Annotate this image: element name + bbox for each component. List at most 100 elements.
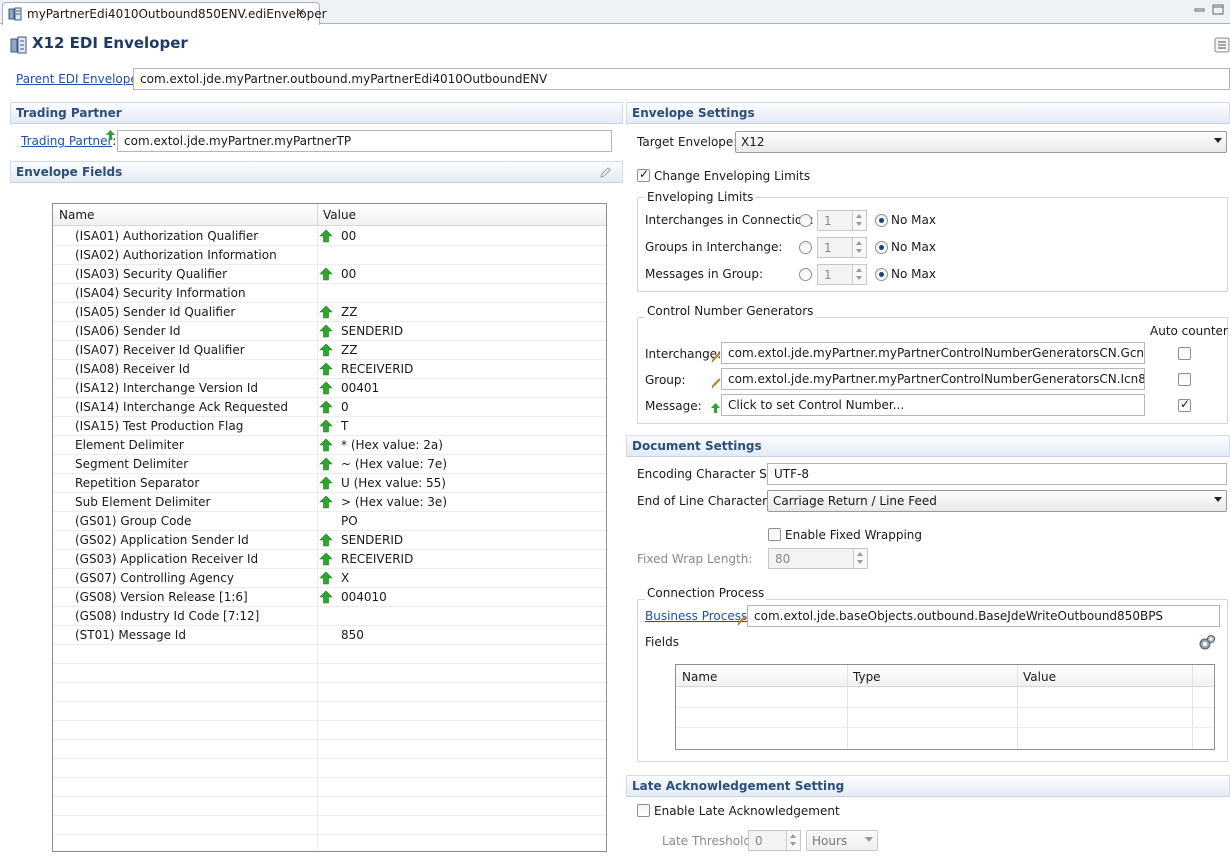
table-row[interactable]: (ISA04) Security Information bbox=[53, 284, 606, 303]
limit-value-radio[interactable] bbox=[799, 241, 812, 254]
parent-enveloper-field[interactable]: com.extol.jde.myPartner.outbound.myPartn… bbox=[133, 68, 1230, 90]
field-value[interactable]: U (Hex value: 55) bbox=[341, 476, 446, 490]
target-envelope-select[interactable]: X12 bbox=[735, 131, 1227, 153]
auto-counter-checkbox[interactable] bbox=[1178, 373, 1191, 386]
enable-fixed-wrapping-checkbox[interactable] bbox=[768, 528, 781, 541]
fields-col-name[interactable]: Name bbox=[682, 670, 717, 684]
fields-col-type[interactable]: Type bbox=[853, 670, 881, 684]
limit-spinner[interactable]: 1 bbox=[817, 210, 867, 231]
cng-field[interactable]: Click to set Control Number... bbox=[721, 394, 1145, 416]
field-value[interactable]: RECEIVERID bbox=[341, 552, 413, 566]
late-ack-section-header[interactable]: Late Acknowledgement Setting bbox=[626, 775, 1230, 797]
table-row[interactable]: (ISA14) Interchange Ack Requested 0 bbox=[53, 398, 606, 417]
table-row[interactable]: Sub Element Delimiter > (Hex value: 3e) bbox=[53, 493, 606, 512]
limit-value-radio[interactable] bbox=[799, 214, 812, 227]
encoding-field[interactable]: UTF-8 bbox=[767, 463, 1227, 485]
table-row[interactable]: Element Delimiter * (Hex value: 2a) bbox=[53, 436, 606, 455]
close-icon[interactable]: ✕ bbox=[296, 6, 305, 19]
cng-field[interactable]: com.extol.jde.myPartner.myPartnerControl… bbox=[721, 368, 1145, 390]
spinner-arrows-icon[interactable] bbox=[852, 265, 866, 284]
business-process-link[interactable]: Business Process bbox=[645, 609, 747, 623]
late-threshold-unit-select[interactable]: Hours bbox=[806, 830, 878, 851]
table-row[interactable]: (GS07) Controlling Agency X bbox=[53, 569, 606, 588]
table-row[interactable]: (ISA06) Sender Id SENDERID bbox=[53, 322, 606, 341]
limit-spinner[interactable]: 1 bbox=[817, 237, 867, 258]
fields-col-value[interactable]: Value bbox=[1023, 670, 1056, 684]
field-value[interactable]: 00 bbox=[341, 267, 356, 281]
table-row[interactable]: (ISA15) Test Production Flag T bbox=[53, 417, 606, 436]
chevron-down-icon bbox=[865, 837, 873, 842]
trading-partner-section-header[interactable]: Trading Partner bbox=[10, 102, 623, 124]
trading-partner-link[interactable]: Trading Partner bbox=[21, 134, 112, 148]
field-value[interactable]: 004010 bbox=[341, 590, 387, 604]
envelope-settings-section-header[interactable]: Envelope Settings bbox=[626, 102, 1230, 124]
field-value[interactable]: RECEIVERID bbox=[341, 362, 413, 376]
spinner-arrows-icon[interactable] bbox=[852, 211, 866, 230]
field-value[interactable]: 850 bbox=[341, 628, 364, 642]
field-value[interactable]: SENDERID bbox=[341, 533, 403, 547]
field-value[interactable]: > (Hex value: 3e) bbox=[341, 495, 447, 509]
spinner-arrows-icon[interactable] bbox=[852, 238, 866, 257]
table-row[interactable]: (ISA01) Authorization Qualifier 00 bbox=[53, 227, 606, 246]
field-value[interactable]: ZZ bbox=[341, 305, 357, 319]
table-row[interactable]: (ISA07) Receiver Id Qualifier ZZ bbox=[53, 341, 606, 360]
end-of-line-select[interactable]: Carriage Return / Line Feed bbox=[767, 490, 1227, 512]
cng-field[interactable]: com.extol.jde.myPartner.myPartnerControl… bbox=[721, 342, 1145, 364]
field-value[interactable]: SENDERID bbox=[341, 324, 403, 338]
table-row[interactable]: Segment Delimiter ~ (Hex value: 7e) bbox=[53, 455, 606, 474]
column-header-value[interactable]: Value bbox=[323, 208, 356, 222]
field-value[interactable]: T bbox=[341, 419, 348, 433]
table-row[interactable]: (ST01) Message Id 850 bbox=[53, 626, 606, 645]
trading-partner-field[interactable]: com.extol.jde.myPartner.myPartnerTP bbox=[117, 130, 612, 152]
table-row[interactable]: (ISA03) Security Qualifier 00 bbox=[53, 265, 606, 284]
no-max-radio[interactable] bbox=[875, 268, 888, 281]
field-value[interactable]: 00 bbox=[341, 229, 356, 243]
limit-spinner[interactable]: 1 bbox=[817, 264, 867, 285]
table-row[interactable]: (GS03) Application Receiver Id RECEIVERID bbox=[53, 550, 606, 569]
no-max-radio[interactable] bbox=[875, 241, 888, 254]
late-threshold-spinner[interactable]: 0 bbox=[748, 830, 801, 851]
field-name: (ISA05) Sender Id Qualifier bbox=[75, 305, 236, 319]
spinner-arrows-icon[interactable] bbox=[786, 831, 800, 850]
table-row[interactable]: (GS08) Version Release [1:6] 004010 bbox=[53, 588, 606, 607]
field-value[interactable]: 00401 bbox=[341, 381, 379, 395]
change-enveloping-limits-checkbox[interactable] bbox=[637, 167, 650, 182]
no-max-radio[interactable] bbox=[875, 214, 888, 227]
inherited-arrow-icon bbox=[319, 381, 333, 395]
fixed-wrap-length-label: Fixed Wrap Length: bbox=[637, 552, 753, 566]
field-value[interactable]: 0 bbox=[341, 400, 349, 414]
table-row[interactable]: (GS08) Industry Id Code [7:12] bbox=[53, 607, 606, 626]
table-row[interactable]: (ISA02) Authorization Information bbox=[53, 246, 606, 265]
parent-enveloper-link[interactable]: Parent EDI Enveloper bbox=[16, 72, 142, 86]
auto-counter-checkbox[interactable] bbox=[1178, 347, 1191, 360]
field-value[interactable]: ZZ bbox=[341, 343, 357, 357]
table-row[interactable]: (GS02) Application Sender Id SENDERID bbox=[53, 531, 606, 550]
spinner-arrows-icon[interactable] bbox=[853, 549, 867, 568]
enable-late-ack-checkbox[interactable] bbox=[637, 804, 650, 817]
gears-icon[interactable] bbox=[1198, 634, 1216, 652]
document-settings-section-header[interactable]: Document Settings bbox=[626, 435, 1230, 457]
edit-icon[interactable] bbox=[598, 166, 612, 180]
minimize-icon[interactable] bbox=[1193, 4, 1207, 16]
table-row[interactable]: (ISA12) Interchange Version Id 00401 bbox=[53, 379, 606, 398]
column-header-name[interactable]: Name bbox=[59, 208, 94, 222]
table-row[interactable]: (GS01) Group Code PO bbox=[53, 512, 606, 531]
table-row[interactable]: (ISA05) Sender Id Qualifier ZZ bbox=[53, 303, 606, 322]
table-row[interactable]: (ISA08) Receiver Id RECEIVERID bbox=[53, 360, 606, 379]
auto-counter-checkbox[interactable] bbox=[1178, 397, 1191, 412]
limit-value-radio[interactable] bbox=[799, 268, 812, 281]
field-value[interactable]: X bbox=[341, 571, 349, 585]
envelope-fields-section-header[interactable]: Envelope Fields bbox=[10, 161, 623, 183]
table-row[interactable]: Repetition Separator U (Hex value: 55) bbox=[53, 474, 606, 493]
view-menu-icon[interactable] bbox=[1214, 37, 1230, 53]
editor-tab[interactable]: myPartnerEdi4010Outbound850ENV.ediEnvelo… bbox=[2, 2, 327, 25]
business-process-field[interactable]: com.extol.jde.baseObjects.outbound.BaseJ… bbox=[747, 605, 1220, 627]
envelope-fields-table[interactable]: Name Value (ISA01) Authorization Qualifi… bbox=[52, 203, 607, 852]
field-value[interactable]: ~ (Hex value: 7e) bbox=[341, 457, 447, 471]
table-row bbox=[53, 645, 606, 664]
field-value[interactable]: PO bbox=[341, 514, 358, 528]
fixed-wrap-length-spinner[interactable]: 80 bbox=[768, 548, 868, 569]
connection-fields-table[interactable]: Name Type Value bbox=[675, 664, 1215, 750]
field-value[interactable]: * (Hex value: 2a) bbox=[341, 438, 443, 452]
maximize-icon[interactable] bbox=[1211, 4, 1225, 16]
